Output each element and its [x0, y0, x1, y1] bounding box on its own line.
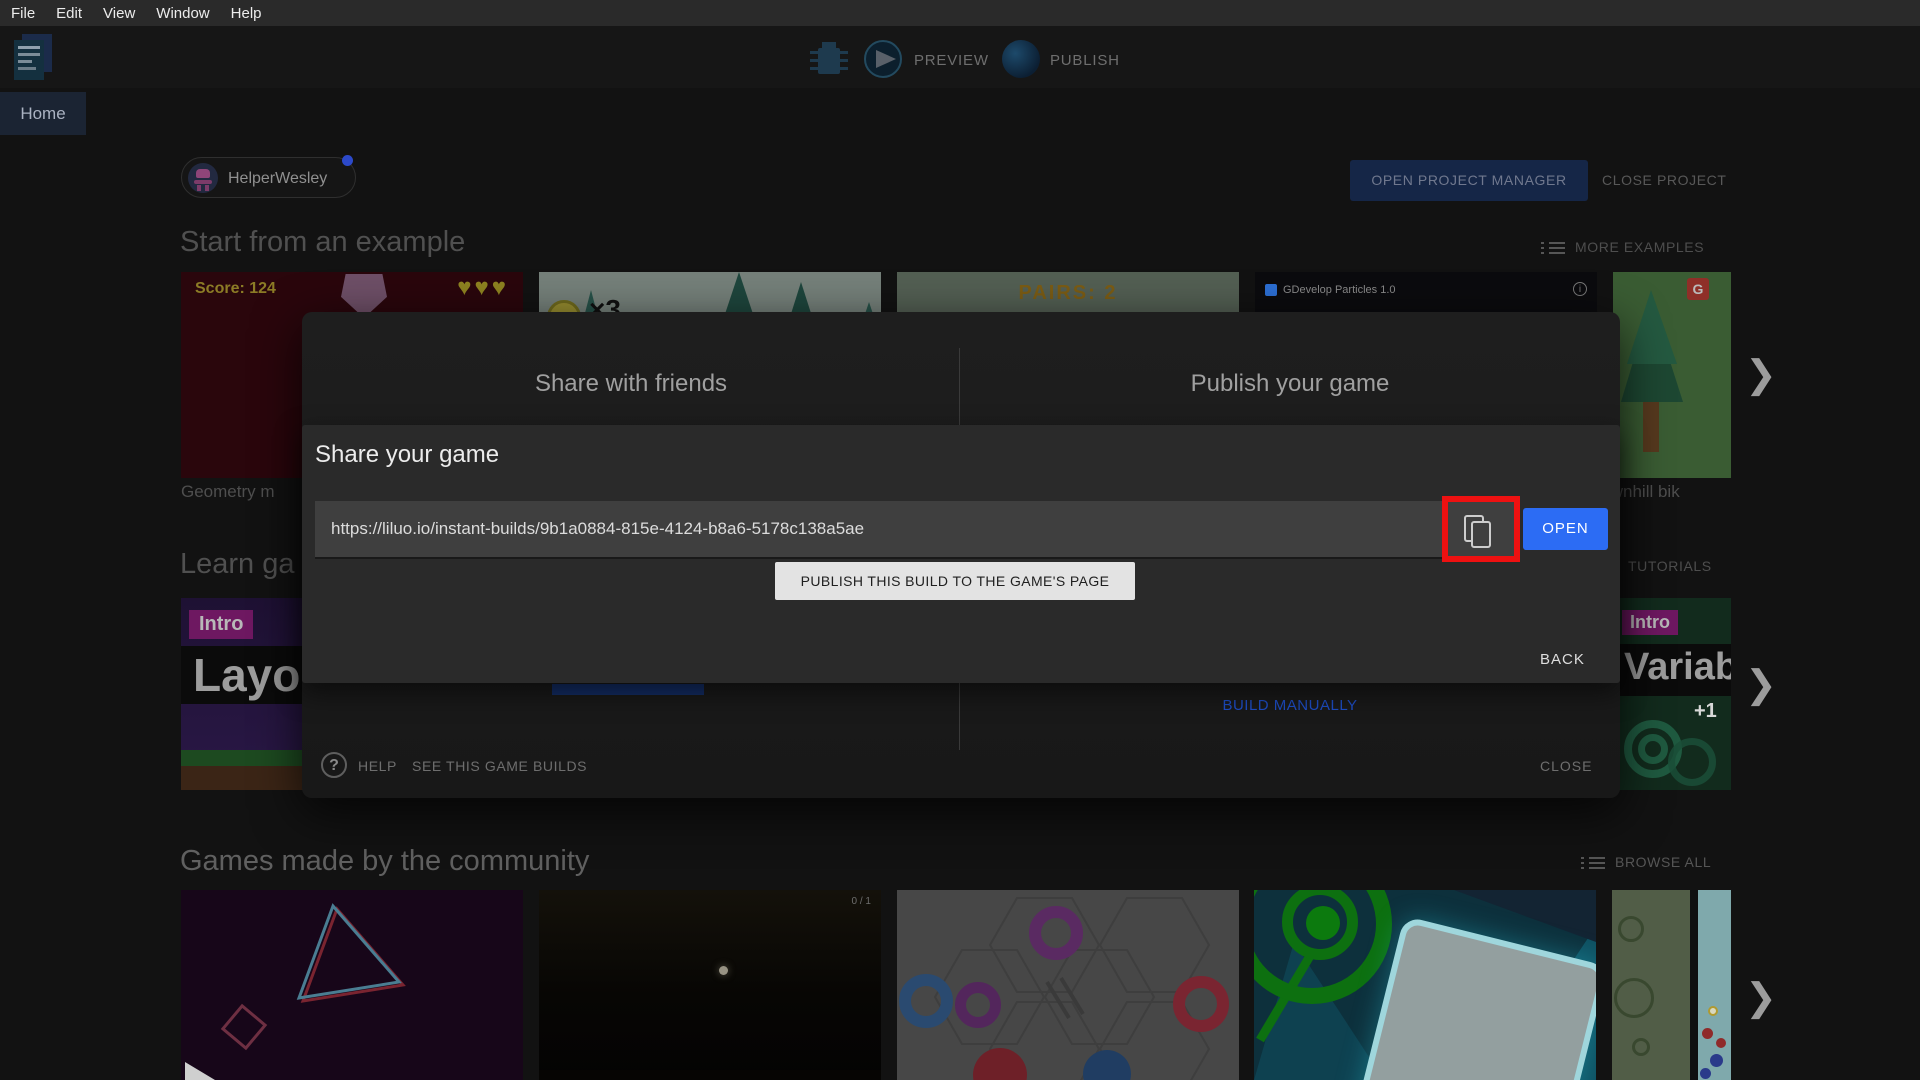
generate-link-button-sliver[interactable]: [552, 684, 704, 695]
score-label: Score: 124: [195, 280, 276, 297]
tree-art: [1621, 290, 1683, 452]
game-link-field[interactable]: [315, 501, 1517, 559]
section-title-examples: Start from an example: [180, 226, 466, 258]
username-label: HelperWesley: [228, 170, 328, 187]
menu-window[interactable]: Window: [156, 5, 209, 22]
browse-all-label: BROWSE ALL: [1615, 854, 1712, 870]
example-thumb-downhill[interactable]: G: [1613, 272, 1731, 478]
learn-thumb-variables[interactable]: Intro Variab +1: [1616, 598, 1731, 790]
notification-dot: [342, 155, 353, 166]
glitch-shapes-art: [185, 903, 406, 1080]
help-icon[interactable]: ?: [321, 752, 347, 778]
see-game-builds-button[interactable]: SEE THIS GAME BUILDS: [412, 758, 587, 774]
community-thumb-2[interactable]: 0 / 1: [539, 890, 881, 1080]
toolbar: PREVIEW PUBLISH: [0, 26, 1920, 88]
user-chip[interactable]: HelperWesley: [181, 155, 356, 198]
build-manually-button[interactable]: BUILD MANUALLY: [960, 697, 1620, 714]
info-icon[interactable]: i: [1573, 282, 1587, 296]
publish-globe-icon[interactable]: [1002, 40, 1040, 78]
community-thumb-1[interactable]: [181, 890, 523, 1080]
menu-edit[interactable]: Edit: [56, 5, 82, 22]
ground-silhouette: [539, 1070, 881, 1080]
close-project-button[interactable]: CLOSE PROJECT: [1602, 160, 1727, 201]
browse-all-button[interactable]: BROWSE ALL: [1581, 854, 1711, 870]
section-title-community: Games made by the community: [180, 845, 590, 877]
help-button[interactable]: HELP: [358, 758, 397, 774]
hearts: ♥♥♥: [457, 274, 509, 301]
publish-button[interactable]: PUBLISH: [1050, 52, 1120, 69]
intro-badge: Intro: [189, 610, 254, 639]
annotation-highlight-box: [1442, 496, 1520, 562]
menu-file[interactable]: File: [11, 5, 35, 22]
back-button[interactable]: BACK: [1540, 651, 1585, 668]
counter-label: 0 / 1: [851, 896, 871, 907]
community-next-chevron-icon[interactable]: ❯: [1745, 975, 1777, 1020]
share-your-game-panel: Share your game OPEN PUBLISH THIS BUILD …: [302, 425, 1620, 683]
debug-icon[interactable]: [810, 42, 848, 78]
tutorials-button[interactable]: TUTORIALS: [1628, 558, 1712, 574]
open-button[interactable]: OPEN: [1523, 508, 1608, 550]
list-icon: [1541, 239, 1567, 255]
project-manager-icon[interactable]: [14, 34, 56, 84]
publish-build-button[interactable]: PUBLISH THIS BUILD TO THE GAME'S PAGE: [775, 562, 1135, 600]
particles-title: GDevelop Particles 1.0: [1283, 284, 1396, 296]
share-dialog: Share with friends Publish your game BUI…: [302, 312, 1620, 798]
section-title-learn: Learn ga: [180, 548, 295, 580]
list-icon: [1581, 854, 1607, 870]
plus-one-label: +1: [1694, 700, 1717, 722]
panel-title: Share your game: [315, 441, 500, 468]
tab-publish-your-game[interactable]: Publish your game: [960, 370, 1620, 398]
intro-badge: Intro: [1622, 610, 1678, 635]
menu-view[interactable]: View: [103, 5, 135, 22]
community-thumb-4[interactable]: [1254, 890, 1596, 1080]
g-badge: G: [1687, 278, 1709, 300]
open-project-manager-button[interactable]: OPEN PROJECT MANAGER: [1350, 160, 1588, 201]
menu-bar: File Edit View Window Help: [0, 0, 1920, 26]
close-button[interactable]: CLOSE: [1540, 758, 1592, 774]
community-thumb-5[interactable]: [1612, 890, 1731, 1080]
preview-play-icon[interactable]: [864, 40, 902, 78]
pairs-label: PAIRS: 2: [1018, 282, 1118, 304]
tab-home[interactable]: Home: [0, 92, 86, 135]
variables-big-text: Variab: [1624, 646, 1731, 688]
more-examples-button[interactable]: MORE EXAMPLES: [1541, 239, 1704, 255]
examples-next-chevron-icon[interactable]: ❯: [1745, 352, 1777, 397]
preview-button[interactable]: PREVIEW: [914, 52, 989, 69]
menu-help[interactable]: Help: [231, 5, 262, 22]
moon-dot: [719, 966, 728, 975]
caption-geometry-monster: Geometry m: [181, 482, 275, 501]
more-examples-label: MORE EXAMPLES: [1575, 239, 1705, 255]
game-link-input[interactable]: [315, 501, 1517, 557]
gdevelop-logo: [1265, 284, 1277, 296]
tab-share-with-friends[interactable]: Share with friends: [302, 370, 960, 398]
learn-next-chevron-icon[interactable]: ❯: [1745, 662, 1777, 707]
community-thumb-3[interactable]: [897, 890, 1239, 1080]
avatar: [188, 163, 218, 193]
